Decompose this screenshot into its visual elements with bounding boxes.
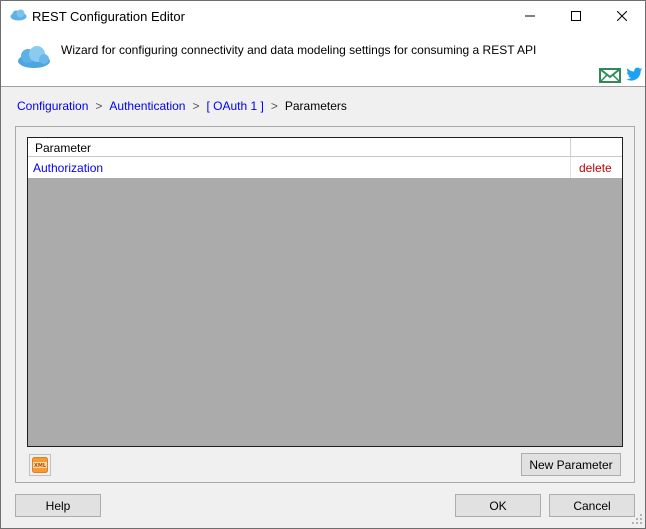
breadcrumb-separator: > [270, 99, 278, 113]
parameter-name-link[interactable]: Authorization [33, 161, 103, 175]
header-description: Wizard for configuring connectivity and … [61, 43, 537, 57]
ok-button[interactable]: OK [455, 494, 541, 517]
minimize-button[interactable] [507, 1, 553, 31]
twitter-icon[interactable] [626, 67, 643, 82]
help-button[interactable]: Help [15, 494, 101, 517]
breadcrumb-authentication[interactable]: Authentication [109, 99, 185, 113]
svg-text:XML: XML [34, 463, 47, 469]
window-title: REST Configuration Editor [32, 9, 185, 24]
parameters-grid[interactable]: Parameter Authorization delete [27, 137, 623, 447]
grid-header: Parameter [28, 138, 622, 157]
rest-configuration-editor-window: REST Configuration Editor Wizard for con… [0, 0, 646, 529]
parameters-panel: Parameter Authorization delete XML New P… [15, 126, 635, 483]
wizard-header: Wizard for configuring connectivity and … [1, 31, 645, 87]
column-divider [570, 138, 571, 156]
breadcrumb-oauth1[interactable]: [ OAuth 1 ] [206, 99, 263, 113]
breadcrumb-separator: > [192, 99, 200, 113]
resize-grip-icon[interactable] [631, 513, 643, 525]
cell-divider [570, 157, 571, 178]
cancel-button[interactable]: Cancel [549, 494, 635, 517]
title-bar: REST Configuration Editor [1, 1, 645, 31]
new-parameter-button[interactable]: New Parameter [521, 453, 621, 476]
maximize-button[interactable] [553, 1, 599, 31]
cloud-icon [17, 45, 51, 69]
breadcrumb-parameters: Parameters [284, 99, 347, 113]
maximize-icon [571, 11, 581, 21]
minimize-icon [525, 15, 535, 17]
breadcrumb: Configuration > Authentication > [ OAuth 1 ]… [17, 99, 347, 113]
cloud-icon [10, 9, 27, 21]
breadcrumb-separator: > [95, 99, 103, 113]
xml-button[interactable]: XML [29, 454, 51, 476]
close-icon [617, 11, 627, 21]
close-button[interactable] [599, 1, 645, 31]
xml-icon: XML [32, 457, 48, 473]
breadcrumb-configuration[interactable]: Configuration [17, 99, 88, 113]
mail-icon[interactable] [599, 68, 621, 83]
delete-link[interactable]: delete [579, 161, 612, 175]
table-row[interactable]: Authorization delete [28, 157, 622, 178]
column-header-parameter[interactable]: Parameter [35, 141, 91, 155]
